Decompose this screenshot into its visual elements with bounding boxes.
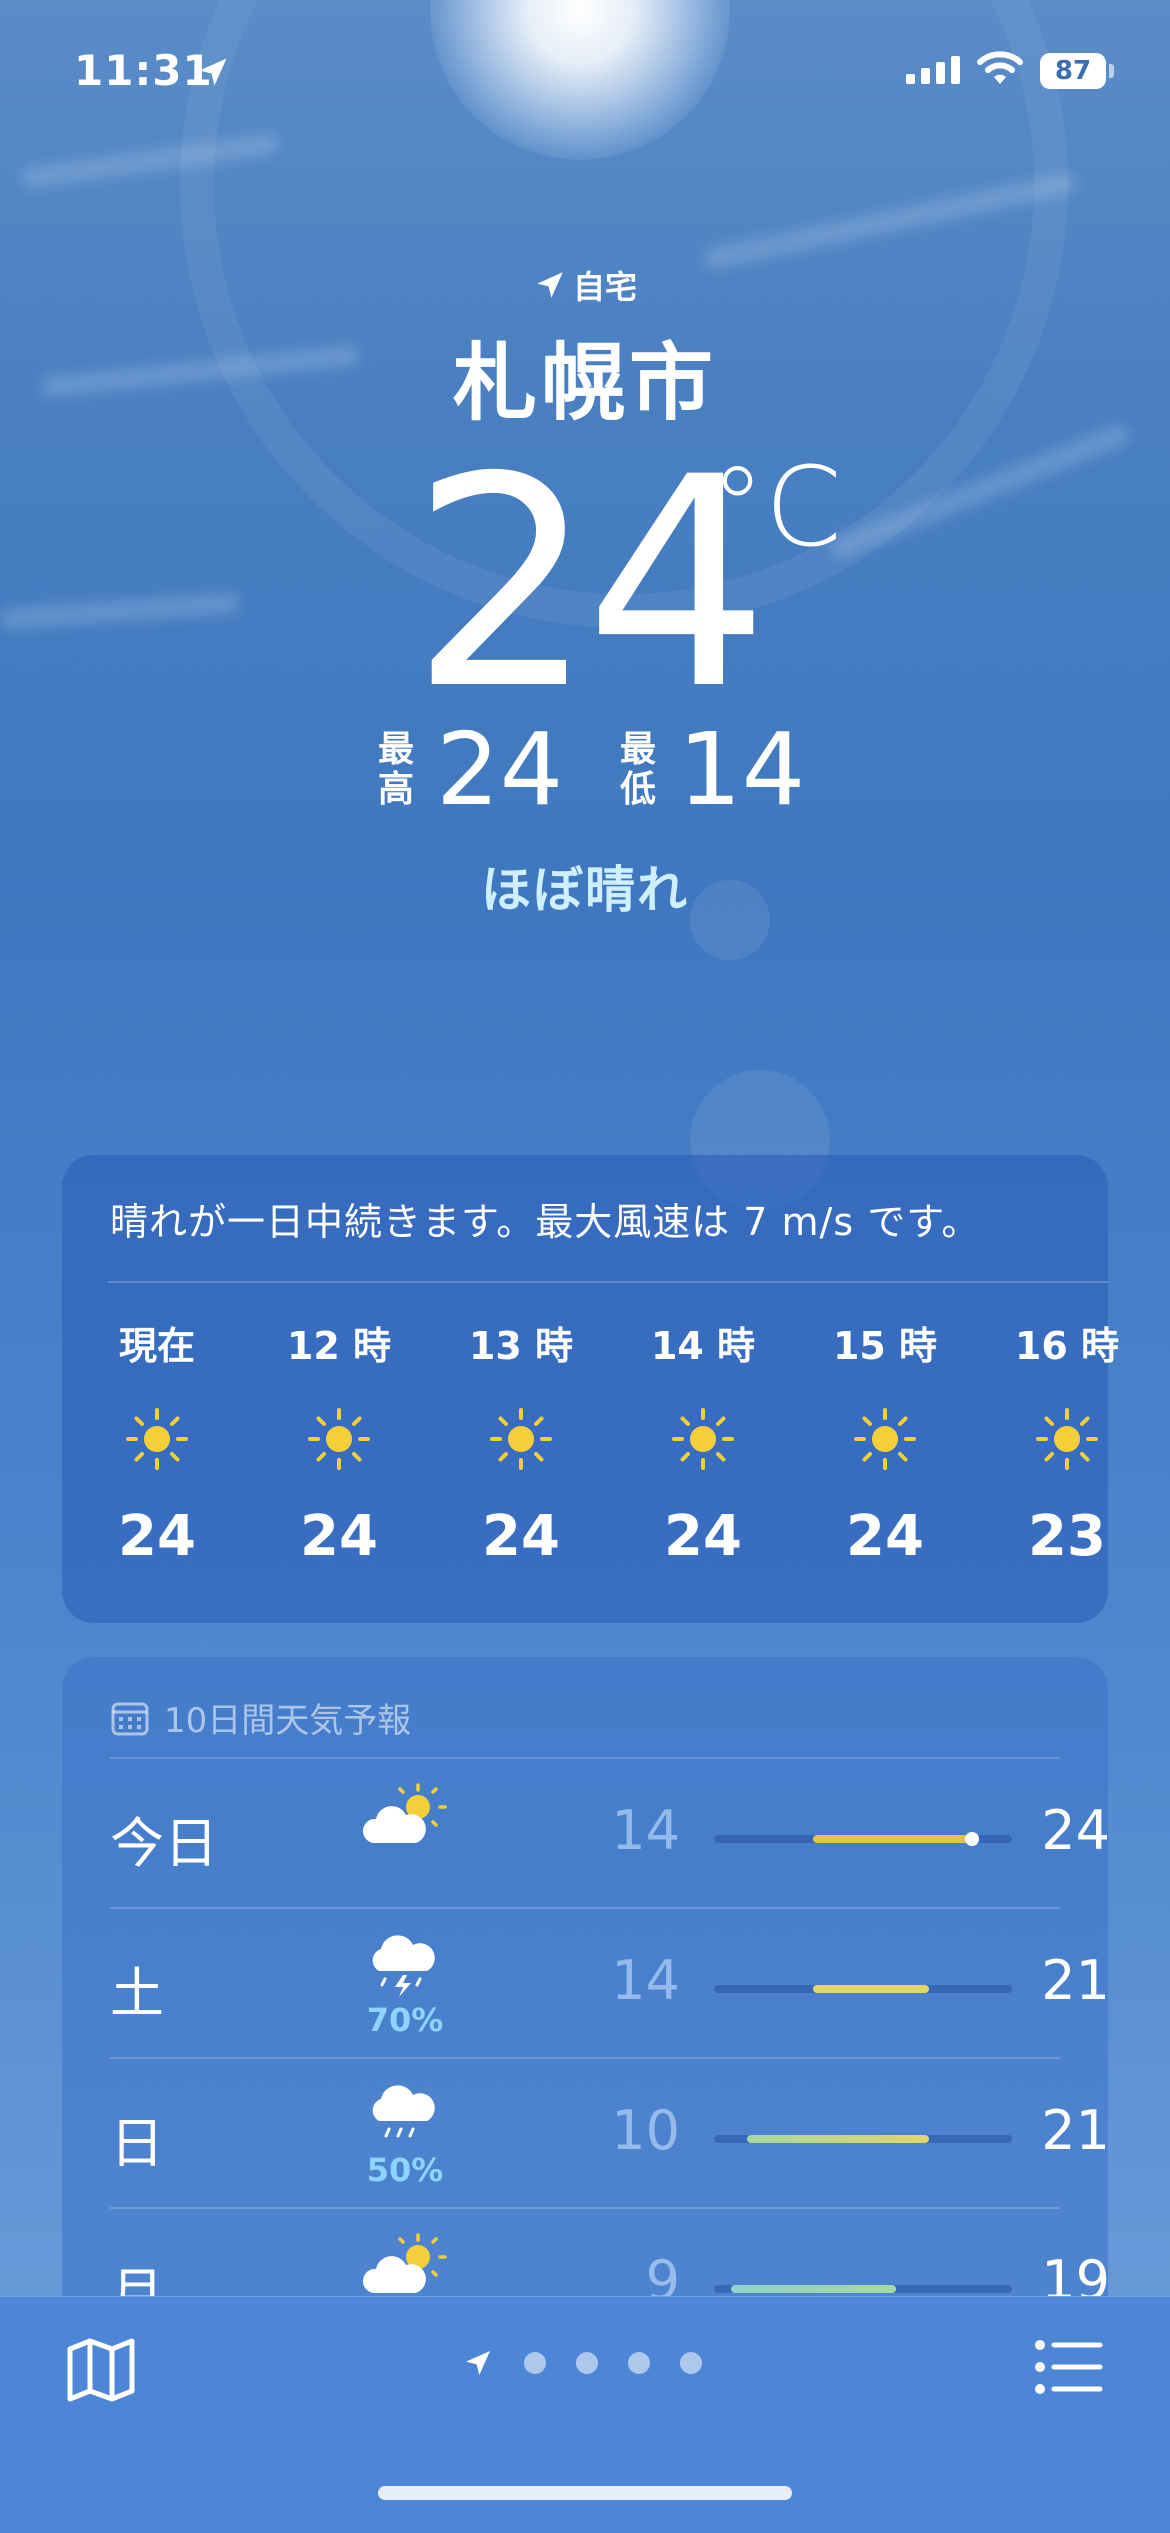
- hour-label: 12 時: [286, 1324, 392, 1368]
- partly-sunny-icon: [350, 2231, 460, 2301]
- forecast-day-row[interactable]: 日 50% 10 21: [110, 2061, 1108, 2211]
- day-low-temperature: 14: [611, 1949, 680, 2012]
- row-divider: [110, 1757, 1060, 1759]
- sun-icon: [122, 1404, 192, 1474]
- temperature-range-bar: [714, 2285, 1012, 2293]
- hour-label: 13 時: [468, 1324, 574, 1368]
- row-divider: [110, 2057, 1060, 2059]
- temperature-range-fill: [813, 1985, 930, 1993]
- precipitation-chance: 70%: [366, 2001, 444, 2039]
- sun-icon: [1032, 1404, 1102, 1474]
- home-indicator[interactable]: [378, 2486, 792, 2500]
- sun-icon: [486, 1404, 556, 1474]
- page-dot[interactable]: [524, 2352, 546, 2374]
- cellular-signal-icon: [906, 56, 960, 84]
- hourly-item: 15 時 24: [810, 1315, 960, 1569]
- current-location-page-icon[interactable]: [462, 2347, 494, 2379]
- rain-icon: 50%: [350, 2081, 460, 2189]
- hour-label: 16 時: [1014, 1324, 1120, 1368]
- temperature-range-bar: [714, 2135, 1012, 2143]
- hour-temperature: 24: [664, 1504, 742, 1569]
- battery-tip: [1109, 64, 1114, 78]
- page-indicator[interactable]: [462, 2347, 702, 2379]
- low-label-char: 最: [619, 729, 656, 770]
- day-name: 土: [110, 1962, 164, 2025]
- day-name: 今日: [110, 1812, 218, 1875]
- sun-icon: [668, 1404, 738, 1474]
- card-divider: [108, 1281, 1108, 1283]
- location-list-icon[interactable]: [1034, 2339, 1104, 2395]
- hourly-item: 現在 24: [82, 1315, 232, 1569]
- hour-temperature: 23: [1028, 1504, 1106, 1569]
- ten-day-header: 10日間天気予報: [110, 1693, 411, 1742]
- high-label-char: 高: [377, 769, 414, 810]
- current-temperature: 24 °C: [0, 440, 1170, 730]
- page-dot[interactable]: [576, 2352, 598, 2374]
- status-time: 11:31: [74, 46, 213, 95]
- day-high-temperature: 21: [1041, 2099, 1108, 2162]
- current-temperature-marker: [964, 1832, 979, 1846]
- high-temperature: 24: [436, 711, 564, 828]
- low-label-char: 低: [619, 769, 656, 810]
- page-dot[interactable]: [628, 2352, 650, 2374]
- map-icon[interactable]: [66, 2337, 136, 2403]
- temperature-range-fill: [813, 1835, 979, 1843]
- day-low-temperature: 14: [611, 1799, 680, 1862]
- hourly-item: 13 時 24: [446, 1315, 596, 1569]
- hour-label: 現在: [118, 1324, 195, 1368]
- home-label: 自宅: [572, 268, 637, 306]
- row-divider: [110, 1907, 1060, 1909]
- low-label: 最 低: [618, 730, 658, 810]
- battery-icon: 87: [1040, 53, 1106, 89]
- home-location-label: 自宅: [0, 262, 1170, 308]
- temperature-range-fill: [747, 2135, 930, 2143]
- low-temperature: 14: [678, 711, 806, 828]
- temperature-range-fill: [730, 2285, 897, 2293]
- forecast-day-row[interactable]: 土 70% 14 21: [110, 1911, 1108, 2061]
- hour-temperature: 24: [300, 1504, 378, 1569]
- high-label-char: 最: [377, 729, 414, 770]
- temperature-range-bar: [714, 1832, 1012, 1846]
- weather-condition: ほぼ晴れ: [481, 861, 689, 919]
- day-high-temperature: 21: [1041, 1949, 1108, 2012]
- page-dot[interactable]: [680, 2352, 702, 2374]
- wifi-icon: [977, 51, 1023, 84]
- hourly-item: 12 時 24: [264, 1315, 414, 1569]
- thunderstorm-icon: 70%: [350, 1931, 460, 2039]
- day-low-temperature: 10: [611, 2099, 680, 2162]
- high-low-temperatures: 最 高 24 最 低 14: [0, 720, 1170, 830]
- status-bar: 11:31 87: [0, 0, 1170, 150]
- hourly-item: 14 時 24: [628, 1315, 778, 1569]
- day-name: 日: [110, 2112, 164, 2175]
- partly-sunny-icon: [350, 1781, 460, 1851]
- ten-day-title: 10日間天気予報: [164, 1701, 412, 1741]
- location-arrow-icon: [537, 272, 563, 298]
- row-divider: [110, 2207, 1060, 2209]
- location-arrow-icon: [199, 58, 227, 86]
- sun-icon: [304, 1404, 374, 1474]
- hourly-item: 16 時 23: [992, 1315, 1142, 1569]
- forecast-summary: 晴れが一日中続きます。最大風速は 7 m/s です。: [110, 1200, 981, 1244]
- hour-temperature: 24: [482, 1504, 560, 1569]
- hour-label: 15 時: [832, 1324, 938, 1368]
- forecast-day-row[interactable]: 今日 14 24: [110, 1761, 1108, 1911]
- hourly-forecast-card[interactable]: 晴れが一日中続きます。最大風速は 7 m/s です。 現在 24 12 時 24…: [62, 1155, 1119, 1623]
- hour-temperature: 24: [118, 1504, 196, 1569]
- hour-temperature: 24: [846, 1504, 924, 1569]
- sun-icon: [850, 1404, 920, 1474]
- high-label: 最 高: [376, 730, 416, 810]
- temperature-range-bar: [714, 1985, 1012, 1993]
- precipitation-chance: 50%: [366, 2151, 444, 2189]
- hour-label: 14 時: [650, 1324, 756, 1368]
- ten-day-forecast-card[interactable]: 10日間天気予報 今日 14 24 土 70% 14 21 日 50% 10 2…: [62, 1657, 1108, 2377]
- day-high-temperature: 24: [1041, 1799, 1108, 1862]
- temperature-unit: °C: [710, 443, 842, 571]
- calendar-icon: [111, 1702, 149, 1735]
- temperature-value: 24: [410, 416, 769, 753]
